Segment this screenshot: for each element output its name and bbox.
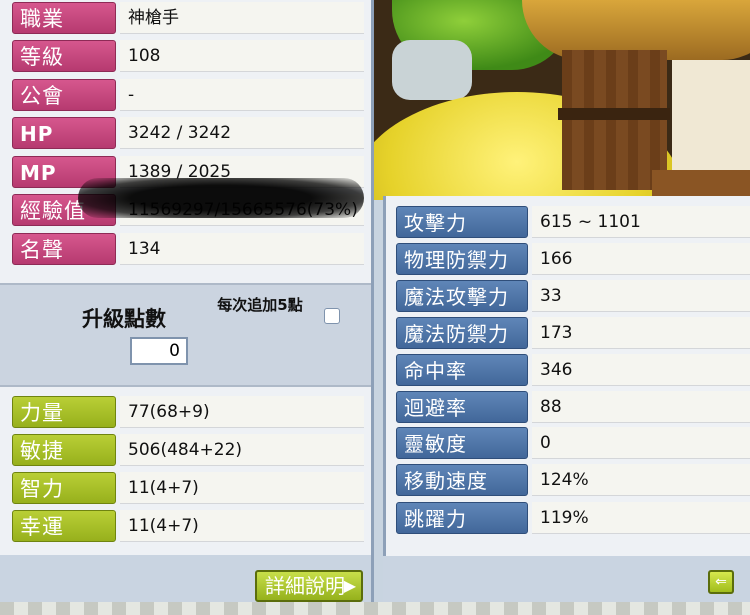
stat-label: 幸運 [12, 510, 116, 542]
combat-label: 迴避率 [396, 391, 528, 423]
stone-block [392, 40, 472, 100]
back-arrow-icon[interactable]: ⇐ [708, 570, 734, 594]
profile-row-fame: 名聲 134 [12, 233, 364, 267]
combat-label: 靈敏度 [396, 427, 528, 459]
stat-label: 智力 [12, 472, 116, 504]
combat-row-accuracy: 命中率 346 [396, 354, 750, 388]
profile-value: - [120, 79, 364, 111]
profile-label: 名聲 [12, 233, 116, 265]
combat-label: 命中率 [396, 354, 528, 386]
combat-value: 33 [532, 280, 750, 312]
combat-row-wdef: 物理防禦力 166 [396, 243, 750, 277]
combat-label: 魔法攻擊力 [396, 280, 528, 312]
combat-value: 166 [532, 243, 750, 275]
profile-value: 108 [120, 40, 364, 72]
combat-label: 移動速度 [396, 464, 528, 496]
stat-label: 敏捷 [12, 434, 116, 466]
profile-row-guild: 公會 - [12, 79, 364, 113]
stat-row-str: 力量 77(68+9) [12, 396, 364, 430]
stat-value: 11(4+7) [120, 510, 364, 542]
combat-row-mdef: 魔法防禦力 173 [396, 317, 750, 351]
stat-row-luk: 幸運 11(4+7) [12, 510, 364, 544]
combat-row-matk: 魔法攻擊力 33 [396, 280, 750, 314]
trunk-band [558, 108, 670, 120]
detail-button[interactable]: 詳細說明 ▶ [255, 570, 363, 602]
combat-label: 魔法防禦力 [396, 317, 528, 349]
combat-stats-panel: 攻擊力 615 ~ 1101 物理防禦力 166 魔法攻擊力 33 魔法防禦力 … [383, 196, 750, 596]
stat-row-dex: 敏捷 506(484+22) [12, 434, 364, 468]
stat-value: 77(68+9) [120, 396, 364, 428]
combat-label: 跳躍力 [396, 502, 528, 534]
profile-value: 134 [120, 233, 364, 265]
combat-value: 615 ~ 1101 [532, 206, 750, 238]
profile-value: 神槍手 [120, 2, 364, 34]
game-scene [372, 0, 750, 200]
auto-assign-checkbox[interactable] [324, 308, 340, 324]
profile-label: HP [12, 117, 116, 149]
profile-label: 公會 [12, 79, 116, 111]
combat-value: 124% [532, 464, 750, 496]
combat-value: 173 [532, 317, 750, 349]
character-info-panel: 職業 神槍手 等級 108 公會 - HP 3242 / 3242 MP 138… [0, 0, 374, 612]
profile-row-level: 等級 108 [12, 40, 364, 74]
profile-row-job: 職業 神槍手 [12, 2, 364, 36]
profile-label: 等級 [12, 40, 116, 72]
combat-label: 攻擊力 [396, 206, 528, 238]
profile-value: 3242 / 3242 [120, 117, 364, 149]
auto-assign-label: 每次追加5點 [217, 296, 303, 314]
combat-row-attack: 攻擊力 615 ~ 1101 [396, 206, 750, 240]
stat-value: 506(484+22) [120, 434, 364, 466]
right-panel-footer [383, 556, 750, 602]
combat-row-avoid: 迴避率 88 [396, 391, 750, 425]
combat-label: 物理防禦力 [396, 243, 528, 275]
combat-row-hands: 靈敏度 0 [396, 427, 750, 461]
combat-value: 88 [532, 391, 750, 423]
ability-points-label: 升級點數 [82, 307, 166, 331]
ability-points-section: 升級點數 0 每次追加5點 [0, 283, 371, 387]
combat-row-speed: 移動速度 124% [396, 464, 750, 498]
ground-strip [0, 602, 750, 615]
stat-row-int: 智力 11(4+7) [12, 472, 364, 506]
tree-trunk [562, 50, 667, 190]
profile-row-hp: HP 3242 / 3242 [12, 117, 364, 151]
redaction-smudge [78, 178, 364, 218]
stat-value: 11(4+7) [120, 472, 364, 504]
combat-value: 119% [532, 502, 750, 534]
ability-points-field: 0 [130, 337, 188, 365]
chevron-right-icon: ▶ [343, 576, 356, 595]
stat-label: 力量 [12, 396, 116, 428]
combat-row-jump: 跳躍力 119% [396, 502, 750, 536]
combat-value: 0 [532, 427, 750, 459]
detail-button-label: 詳細說明 [265, 574, 345, 598]
combat-value: 346 [532, 354, 750, 386]
profile-label: 職業 [12, 2, 116, 34]
